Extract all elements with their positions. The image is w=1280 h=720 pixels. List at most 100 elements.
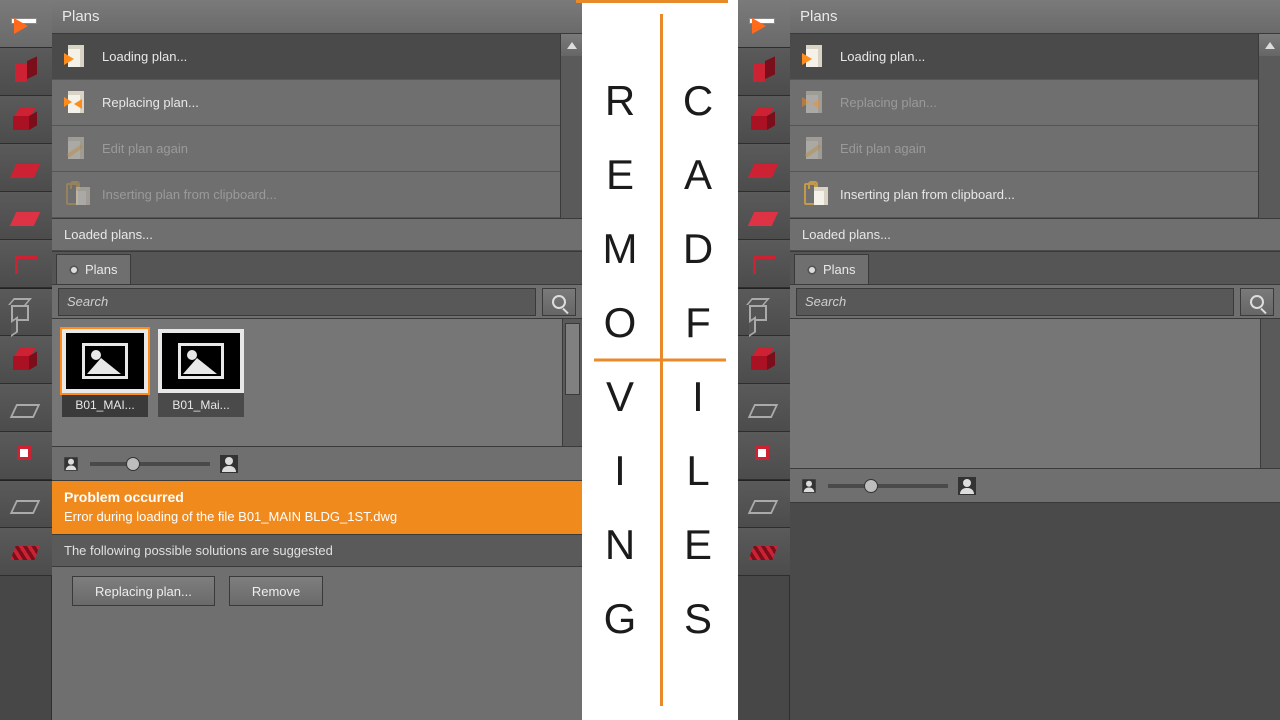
menu-replacing-plan[interactable]: Replacing plan... [52, 80, 582, 126]
replace-plan-icon [64, 89, 92, 117]
tool-redbox[interactable] [0, 96, 52, 144]
plans-tabs: Plans [52, 251, 582, 285]
image-icon [62, 329, 148, 393]
title-letter: L [686, 447, 711, 495]
radio-icon [807, 265, 817, 275]
menu-loading-plan[interactable]: Loading plan... [790, 34, 1280, 80]
tool-walls[interactable] [738, 48, 790, 96]
toolstrip-right [738, 0, 790, 720]
radio-icon [69, 265, 79, 275]
tab-plans[interactable]: Plans [794, 254, 869, 284]
menu-scrollbar[interactable] [1258, 34, 1280, 218]
menu-item-label: Replacing plan... [102, 95, 199, 110]
empty-area [790, 503, 1280, 720]
thumbs-scrollbar[interactable] [1260, 319, 1280, 468]
search-button[interactable] [542, 288, 576, 316]
error-banner: Problem occurred Error during loading of… [52, 481, 582, 535]
menu-insert-from-clipboard[interactable]: Inserting plan from clipboard... [790, 172, 1280, 218]
thumb-caption: B01_MAI... [62, 393, 148, 417]
tool-angle[interactable] [0, 240, 52, 288]
thumbs-scrollbar[interactable] [562, 319, 582, 446]
menu-replacing-plan: Replacing plan... [790, 80, 1280, 126]
image-icon [158, 329, 244, 393]
tool-wirebox-red[interactable] [0, 336, 52, 384]
large-thumb-icon [220, 455, 238, 473]
clipboard-icon [64, 181, 92, 209]
menu-item-label: Loading plan... [840, 49, 925, 64]
tool-floorwire[interactable] [0, 384, 52, 432]
size-slider[interactable] [828, 484, 948, 488]
scroll-up-icon[interactable] [1259, 34, 1280, 56]
tool-floor-copy[interactable] [738, 192, 790, 240]
thumbnails-empty [790, 319, 1280, 469]
tool-floorwire2[interactable] [738, 480, 790, 528]
tool-floorwire[interactable] [738, 384, 790, 432]
search-input[interactable]: Search [58, 288, 536, 316]
searchbar: Search [52, 285, 582, 319]
edit-plan-icon [64, 135, 92, 163]
title-letter: N [605, 521, 637, 569]
size-slider[interactable] [90, 462, 210, 466]
tab-plans[interactable]: Plans [56, 254, 131, 284]
title-letter: I [614, 447, 628, 495]
loaded-plans-label: Loaded plans... [52, 219, 582, 251]
app-right: Plans Loading plan... Replacing plan... … [738, 0, 1280, 720]
tool-angle[interactable] [738, 240, 790, 288]
tool-hatch[interactable] [0, 528, 52, 576]
title-letter: D [683, 225, 715, 273]
title-letter: S [684, 595, 714, 643]
menu-edit-plan: Edit plan again [52, 126, 582, 172]
menu-loading-plan[interactable]: Loading plan... [52, 34, 582, 80]
plans-menu: Loading plan... Replacing plan... Edit p… [790, 34, 1280, 219]
thumbnails: B01_MAI... B01_Mai... [52, 319, 582, 447]
edit-plan-icon [802, 135, 830, 163]
tool-arrow[interactable] [738, 0, 790, 48]
menu-item-label: Inserting plan from clipboard... [102, 187, 277, 202]
toolstrip-left [0, 0, 52, 720]
thumb-2[interactable]: B01_Mai... [158, 329, 244, 436]
tool-floor[interactable] [738, 144, 790, 192]
search-icon [1250, 295, 1264, 309]
title-letter: O [604, 299, 639, 347]
panel-right: Plans Loading plan... Replacing plan... … [790, 0, 1280, 720]
tool-arrow[interactable] [0, 0, 52, 48]
tool-walls[interactable] [0, 48, 52, 96]
plans-tabs: Plans [790, 251, 1280, 285]
searchbar: Search [790, 285, 1280, 319]
menu-item-label: Edit plan again [102, 141, 188, 156]
title-letter: I [692, 373, 706, 421]
title-letter: G [604, 595, 639, 643]
tab-label: Plans [85, 262, 118, 277]
tool-floorwire2[interactable] [0, 480, 52, 528]
tool-hatch[interactable] [738, 528, 790, 576]
thumb-caption: B01_Mai... [158, 393, 244, 417]
tool-redbox[interactable] [738, 96, 790, 144]
thumb-size-slider [790, 469, 1280, 503]
search-button[interactable] [1240, 288, 1274, 316]
title-letter: C [683, 77, 715, 125]
thumb-1[interactable]: B01_MAI... [62, 329, 148, 436]
title-letter: M [603, 225, 640, 273]
remove-button[interactable]: Remove [229, 576, 323, 606]
menu-insert-from-clipboard: Inserting plan from clipboard... [52, 172, 582, 218]
small-thumb-icon [64, 457, 78, 471]
tool-wirebox[interactable] [0, 288, 52, 336]
small-thumb-icon [802, 479, 816, 493]
title-letter: E [606, 151, 636, 199]
error-title: Problem occurred [64, 489, 570, 505]
menu-edit-plan: Edit plan again [790, 126, 1280, 172]
tool-floor[interactable] [0, 144, 52, 192]
search-input[interactable]: Search [796, 288, 1234, 316]
app-left: Plans Loading plan... Replacing plan... … [0, 0, 582, 720]
menu-scrollbar[interactable] [560, 34, 582, 218]
title-letter: A [684, 151, 714, 199]
tool-marker[interactable] [738, 432, 790, 480]
tool-marker[interactable] [0, 432, 52, 480]
scroll-up-icon[interactable] [561, 34, 582, 56]
tool-wirebox[interactable] [738, 288, 790, 336]
tool-floor-copy[interactable] [0, 192, 52, 240]
replacing-plan-button[interactable]: Replacing plan... [72, 576, 215, 606]
tool-wirebox-red[interactable] [738, 336, 790, 384]
menu-item-label: Edit plan again [840, 141, 926, 156]
thumb-size-slider [52, 447, 582, 481]
